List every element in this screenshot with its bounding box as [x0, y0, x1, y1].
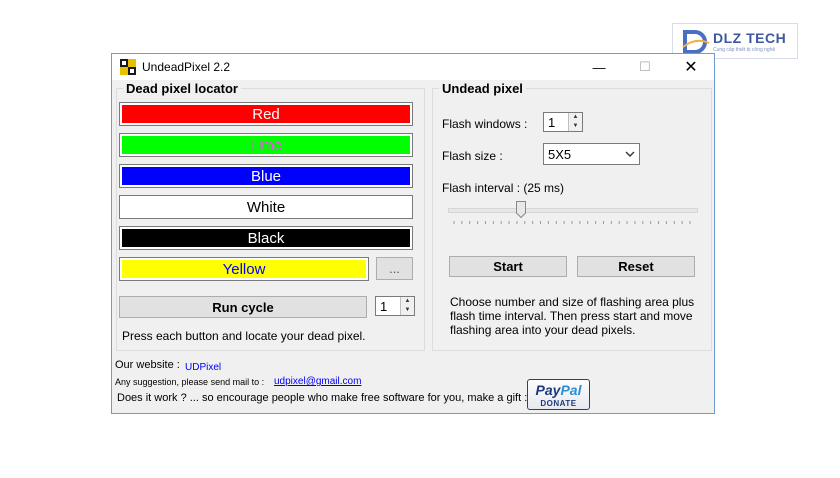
run-cycle-button[interactable]: Run cycle	[119, 296, 367, 318]
color-button-black[interactable]: Black	[119, 226, 413, 250]
paypal-logo-pal: Pal	[560, 382, 582, 398]
description-line: flash time interval. Then press start an…	[450, 309, 693, 323]
description-line: flashing area into your dead pixels.	[450, 323, 636, 337]
flash-interval-slider-track[interactable]	[448, 208, 698, 213]
close-icon: ✕	[684, 59, 698, 76]
slider-ticks	[453, 221, 691, 224]
flash-size-value: 5X5	[548, 147, 572, 162]
undeadpixel-app-icon	[120, 59, 136, 75]
flash-windows-label: Flash windows :	[442, 117, 528, 131]
minimize-button[interactable]: —	[576, 54, 622, 80]
undead-pixel-title: Undead pixel	[439, 81, 526, 96]
window-title: UndeadPixel 2.2	[142, 60, 231, 74]
watermark-brand: DLZ TECH	[713, 30, 787, 46]
cycle-count-stepper[interactable]: 1 ▲ ▼	[375, 296, 415, 316]
locator-hint: Press each button and locate your dead p…	[122, 329, 366, 343]
watermark-tagline: Cung cấp thiết bị công nghệ	[713, 47, 776, 53]
custom-color-button[interactable]: ...	[376, 257, 413, 280]
flash-size-select[interactable]: 5X5	[543, 143, 640, 165]
mail-link[interactable]: udpixel@gmail.com	[274, 376, 361, 387]
undead-description: Choose number and size of flashing area …	[450, 295, 694, 337]
minimize-icon: —	[592, 59, 606, 75]
color-button-lime[interactable]: Lime	[119, 133, 413, 157]
spin-down-icon[interactable]: ▼	[401, 306, 414, 315]
cycle-count-arrows: ▲ ▼	[400, 297, 414, 315]
reset-button[interactable]: Reset	[577, 256, 695, 277]
spin-down-icon[interactable]: ▼	[569, 122, 582, 131]
slider-thumb-icon[interactable]	[515, 201, 526, 218]
color-button-yellow[interactable]: Yellow	[119, 257, 369, 281]
color-button-red[interactable]: Red	[119, 102, 413, 126]
flash-windows-value: 1	[548, 115, 556, 130]
gift-text: Does it work ? ... so encourage people w…	[117, 392, 528, 404]
dead-pixel-locator-title: Dead pixel locator	[123, 81, 241, 96]
website-link[interactable]: UDPixel	[185, 362, 221, 373]
maximize-button[interactable]: ☐	[622, 54, 668, 80]
paypal-logo-pay: Pay	[535, 382, 561, 398]
paypal-logo: PayPal	[528, 382, 589, 398]
website-label: Our website :	[115, 359, 180, 371]
maximize-icon: ☐	[639, 59, 651, 74]
title-bar[interactable]: UndeadPixel 2.2 — ☐ ✕	[112, 54, 714, 80]
description-line: Choose number and size of flashing area …	[450, 295, 695, 309]
close-button[interactable]: ✕	[668, 54, 714, 80]
color-button-blue[interactable]: Blue	[119, 164, 413, 188]
mail-label: Any suggestion, please send mail to :	[115, 377, 265, 387]
flash-size-label: Flash size :	[442, 149, 503, 163]
flash-interval-label: Flash interval : (25 ms)	[442, 181, 565, 195]
paypal-donate-label: DONATE	[540, 399, 577, 408]
paypal-donate-button[interactable]: PayPal DONATE	[527, 379, 590, 410]
chevron-down-icon	[625, 151, 635, 157]
start-button[interactable]: Start	[449, 256, 567, 277]
flash-windows-stepper[interactable]: 1 ▲ ▼	[543, 112, 583, 132]
cycle-count-value: 1	[380, 299, 388, 314]
color-button-white[interactable]: White	[119, 195, 413, 219]
flash-windows-arrows: ▲ ▼	[568, 113, 582, 131]
